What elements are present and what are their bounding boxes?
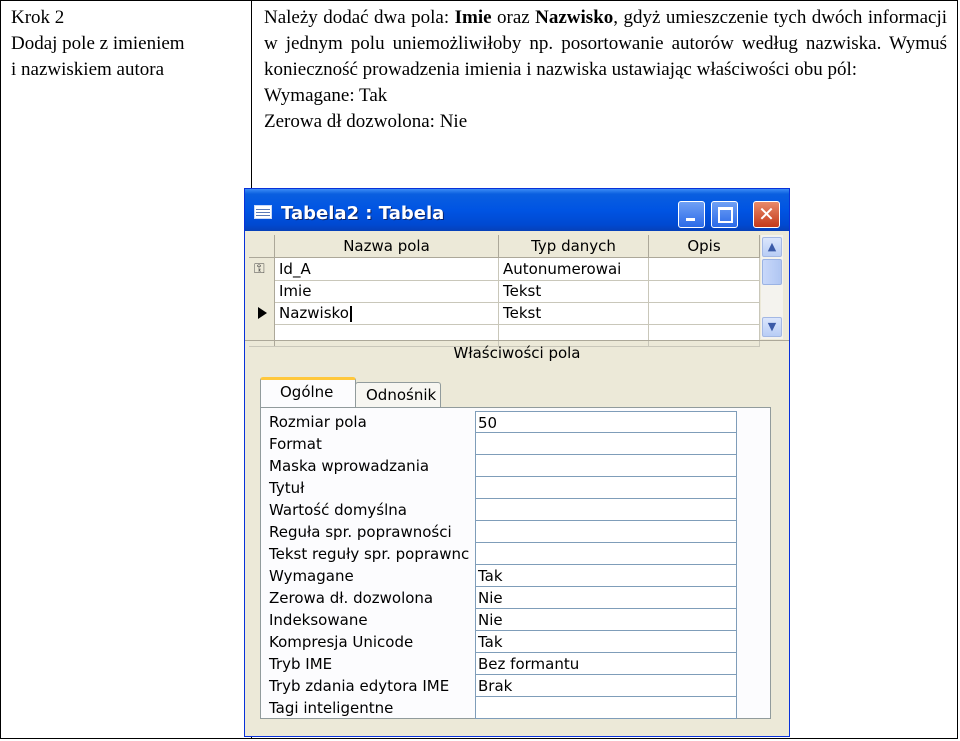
description-cell[interactable]: [649, 302, 760, 324]
property-value-field[interactable]: [475, 455, 737, 477]
property-value-field[interactable]: [475, 433, 737, 455]
data-type-cell[interactable]: Autonumerowai: [499, 258, 649, 280]
minimize-button[interactable]: [678, 201, 705, 228]
step-title-line-1: Dodaj pole z imieniem: [11, 33, 185, 54]
field-name-cell[interactable]: Imie: [275, 280, 499, 302]
tab-lookup[interactable]: Odnośnik: [355, 382, 441, 408]
property-row[interactable]: Tryb zdania edytora IME Brak: [267, 675, 757, 697]
property-row[interactable]: Format: [267, 433, 757, 455]
description-text-2: oraz: [491, 7, 536, 28]
table-row[interactable]: ⚿ Id_A Autonumerowai: [249, 258, 760, 281]
current-row-pointer-icon: [258, 307, 267, 319]
property-label: Wymagane: [269, 567, 354, 585]
step-number: Krok 2: [11, 7, 65, 28]
required-setting-line: Wymagane: Tak: [264, 85, 388, 106]
data-type-cell[interactable]: Tekst: [499, 302, 649, 324]
property-row[interactable]: Wymagane Tak: [267, 565, 757, 587]
property-value-field[interactable]: Nie: [475, 609, 737, 631]
window-titlebar[interactable]: Tabela2 : Tabela ✕: [245, 189, 789, 231]
property-value-field[interactable]: [475, 697, 737, 719]
window-title: Tabela2 : Tabela: [281, 203, 445, 224]
property-value-field[interactable]: Tak: [475, 565, 737, 587]
tab-general[interactable]: Ogólne: [260, 377, 356, 407]
column-header-data-type[interactable]: Typ danych: [499, 235, 649, 257]
property-row[interactable]: Kompresja Unicode Tak: [267, 631, 757, 653]
property-row[interactable]: Reguła spr. poprawności: [267, 521, 757, 543]
description-cell[interactable]: [649, 280, 760, 302]
property-label: Tryb zdania edytora IME: [269, 677, 450, 695]
property-row[interactable]: Tytuł: [267, 477, 757, 499]
table-design-window: Tabela2 : Tabela ✕ Nazwa pola Typ danych…: [244, 188, 790, 737]
property-label: Indeksowane: [269, 611, 368, 629]
property-row[interactable]: Rozmiar pola 50: [267, 411, 757, 433]
property-value-field[interactable]: Bez formantu: [475, 653, 737, 675]
close-icon: ✕: [758, 202, 775, 226]
row-selector[interactable]: [249, 280, 275, 302]
table-icon: [254, 205, 272, 219]
property-value-field[interactable]: Nie: [475, 587, 737, 609]
property-label: Maska wprowadzania: [269, 457, 430, 475]
row-selector[interactable]: ⚿: [249, 258, 275, 280]
property-row[interactable]: Zerowa dł. dozwolona Nie: [267, 587, 757, 609]
column-header-description[interactable]: Opis: [649, 235, 760, 257]
property-label: Format: [269, 435, 322, 453]
property-value-field[interactable]: Brak: [475, 675, 737, 697]
general-properties-panel: Rozmiar pola 50 Format Maska wprowadzania…: [260, 407, 771, 719]
description-cell[interactable]: [649, 258, 760, 280]
step-title-line-2: i nazwiskiem autora: [11, 59, 165, 80]
property-label: Zerowa dł. dozwolona: [269, 589, 434, 607]
property-row[interactable]: Tekst reguły spr. poprawnc: [267, 543, 757, 565]
property-label: Tryb IME: [269, 655, 333, 673]
column-header-field-name[interactable]: Nazwa pola: [275, 235, 499, 257]
row-selector-header[interactable]: [249, 235, 275, 257]
field-name-nazwisko: Nazwisko: [535, 7, 614, 28]
field-grid: Nazwa pola Typ danych Opis ⚿ Id_A Autonu…: [249, 235, 760, 347]
maximize-button[interactable]: [711, 201, 738, 228]
property-label: Rozmiar pola: [269, 413, 367, 431]
data-type-cell[interactable]: Tekst: [499, 280, 649, 302]
property-value-field[interactable]: [475, 499, 737, 521]
property-row[interactable]: Tagi inteligentne: [267, 697, 757, 719]
field-name-text: Nazwisko: [279, 304, 349, 322]
property-label: Tekst reguły spr. poprawnc: [269, 545, 470, 563]
property-label: Tytuł: [269, 479, 305, 497]
field-name-imie: Imie: [454, 7, 492, 28]
field-name-cell[interactable]: Nazwisko: [275, 302, 499, 324]
field-name-cell[interactable]: Id_A: [275, 258, 499, 280]
property-value-field[interactable]: Tak: [475, 631, 737, 653]
field-properties-title: Właściwości pola: [245, 340, 789, 365]
property-row[interactable]: Maska wprowadzania: [267, 455, 757, 477]
property-row[interactable]: Wartość domyślna: [267, 499, 757, 521]
description-paragraph: Należy dodać dwa pola: Imie oraz Nazwisk…: [264, 5, 947, 83]
zero-length-setting-line: Zerowa dł dozwolona: Nie: [264, 111, 468, 132]
scroll-thumb[interactable]: [762, 259, 782, 285]
table-row[interactable]: Imie Tekst: [249, 280, 760, 303]
text-cursor: [349, 305, 352, 322]
property-value-field[interactable]: [475, 543, 737, 565]
property-value-field[interactable]: [475, 521, 737, 543]
row-selector[interactable]: [249, 302, 275, 324]
grid-header: Nazwa pola Typ danych Opis: [249, 235, 760, 258]
property-row[interactable]: Tryb IME Bez formantu: [267, 653, 757, 675]
step-cell: Krok 2 Dodaj pole z imieniem i nazwiskie…: [0, 0, 252, 739]
description-text-1: Należy dodać dwa pola:: [264, 7, 455, 28]
close-button[interactable]: ✕: [753, 201, 780, 228]
property-label: Tagi inteligentne: [269, 699, 394, 717]
property-value-field[interactable]: [475, 477, 737, 499]
table-row[interactable]: Nazwisko Tekst: [249, 302, 760, 325]
property-value-field[interactable]: 50: [475, 411, 737, 433]
property-label: Kompresja Unicode: [269, 633, 414, 651]
property-label: Wartość domyślna: [269, 501, 407, 519]
primary-key-icon: ⚿: [254, 261, 265, 277]
scroll-down-button[interactable]: ▼: [762, 317, 782, 337]
vertical-scrollbar[interactable]: ▲ ▼: [761, 235, 783, 339]
property-row[interactable]: Indeksowane Nie: [267, 609, 757, 631]
property-label: Reguła spr. poprawności: [269, 523, 452, 541]
scroll-up-button[interactable]: ▲: [762, 237, 782, 257]
